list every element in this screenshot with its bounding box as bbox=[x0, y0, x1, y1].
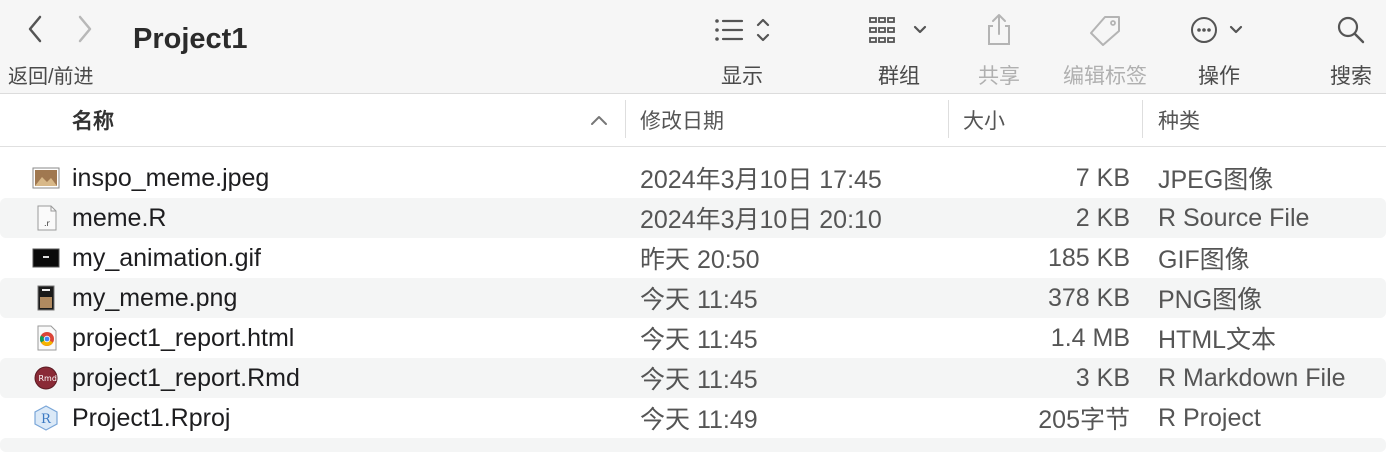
chevron-left-icon bbox=[28, 15, 42, 43]
file-row[interactable]: my_animation.gif 昨天 20:50 185 KB GIF图像 bbox=[0, 238, 1386, 278]
jpeg-file-icon bbox=[32, 167, 60, 189]
back-button[interactable] bbox=[20, 14, 50, 44]
rproj-file-icon: R bbox=[34, 405, 58, 431]
sort-ascending-icon[interactable] bbox=[590, 94, 608, 146]
group-label: 群组 bbox=[878, 65, 920, 88]
search-button[interactable]: 搜索 bbox=[1330, 10, 1372, 90]
file-name: meme.R bbox=[72, 203, 167, 232]
file-size: 205字节 bbox=[1038, 406, 1130, 434]
file-row[interactable]: Rmd project1_report.Rmd 今天 11:45 3 KB R … bbox=[0, 358, 1386, 398]
tag-icon bbox=[1090, 16, 1120, 46]
svg-text:Rmd: Rmd bbox=[39, 374, 57, 383]
action-button[interactable]: 操作 bbox=[1189, 10, 1249, 90]
r-source-file-icon: .r bbox=[37, 205, 57, 231]
share-label: 共享 bbox=[978, 65, 1020, 88]
column-kind[interactable]: 种类 bbox=[1158, 94, 1200, 146]
search-label: 搜索 bbox=[1330, 65, 1372, 88]
file-size: 1.4 MB bbox=[1050, 323, 1130, 352]
file-row[interactable]: project1_report.html 今天 11:45 1.4 MB HTM… bbox=[0, 318, 1386, 358]
file-name: project1_report.Rmd bbox=[72, 363, 300, 392]
group-button[interactable]: 群组 bbox=[868, 10, 930, 90]
edit-tags-label: 编辑标签 bbox=[1063, 65, 1147, 88]
file-name: project1_report.html bbox=[72, 323, 295, 352]
share-button[interactable]: 共享 bbox=[977, 10, 1021, 90]
file-kind: GIF图像 bbox=[1158, 246, 1250, 274]
file-kind: R Source File bbox=[1158, 203, 1310, 232]
column-divider[interactable] bbox=[625, 100, 626, 138]
search-icon bbox=[1337, 16, 1365, 44]
rmd-file-icon: Rmd bbox=[34, 366, 58, 390]
file-kind: R Project bbox=[1158, 403, 1261, 432]
view-button[interactable]: 显示 bbox=[712, 10, 772, 90]
file-name: inspo_meme.jpeg bbox=[72, 163, 270, 192]
file-name: my_meme.png bbox=[72, 283, 238, 312]
file-size: 2 KB bbox=[1075, 203, 1130, 232]
file-date: 今天 11:49 bbox=[640, 406, 758, 434]
column-header: 名称 修改日期 大小 种类 bbox=[0, 94, 1386, 147]
file-size: 378 KB bbox=[1047, 283, 1130, 312]
file-date: 昨天 20:50 bbox=[640, 246, 760, 274]
more-actions-icon bbox=[1191, 17, 1243, 43]
file-row[interactable]: inspo_meme.jpeg 2024年3月10日 17:45 7 KB JP… bbox=[0, 158, 1386, 198]
file-name: Project1.Rproj bbox=[72, 403, 231, 432]
file-row[interactable]: .r meme.R 2024年3月10日 20:10 2 KB R Source… bbox=[0, 198, 1386, 238]
file-size: 3 KB bbox=[1075, 363, 1130, 392]
nav-label: 返回/前进 bbox=[8, 66, 94, 88]
svg-text:.r: .r bbox=[44, 219, 51, 228]
column-divider[interactable] bbox=[948, 100, 949, 138]
file-kind: PNG图像 bbox=[1158, 286, 1263, 314]
column-date[interactable]: 修改日期 bbox=[640, 94, 724, 146]
file-kind: R Markdown File bbox=[1158, 363, 1346, 392]
file-kind: JPEG图像 bbox=[1158, 166, 1274, 194]
file-date: 2024年3月10日 20:10 bbox=[640, 206, 882, 234]
column-name[interactable]: 名称 bbox=[72, 94, 114, 146]
action-label: 操作 bbox=[1198, 65, 1240, 88]
file-date: 今天 11:45 bbox=[640, 286, 758, 314]
edit-tags-button[interactable]: 编辑标签 bbox=[1061, 10, 1149, 90]
file-size: 7 KB bbox=[1075, 163, 1130, 192]
file-name: my_animation.gif bbox=[72, 243, 261, 272]
column-size[interactable]: 大小 bbox=[963, 94, 1005, 146]
toolbar: 返回/前进 Project1 显示 群组 共享 编辑标签 操作 搜索 bbox=[0, 0, 1386, 94]
file-date: 今天 11:45 bbox=[640, 326, 758, 354]
png-file-icon bbox=[37, 285, 55, 311]
file-row[interactable]: R Project1.Rproj 今天 11:49 205字节 R Projec… bbox=[0, 398, 1386, 438]
grid-group-icon bbox=[869, 17, 927, 43]
gif-file-icon bbox=[32, 248, 60, 268]
file-date: 今天 11:45 bbox=[640, 366, 758, 394]
chevron-right-icon bbox=[78, 15, 92, 43]
file-date: 2024年3月10日 17:45 bbox=[640, 166, 882, 194]
chrome-html-icon bbox=[37, 325, 57, 351]
list-view-icon bbox=[715, 18, 770, 42]
view-label: 显示 bbox=[721, 65, 763, 88]
file-size: 185 KB bbox=[1047, 243, 1130, 272]
column-divider[interactable] bbox=[1142, 100, 1143, 138]
file-kind: HTML文本 bbox=[1158, 326, 1277, 354]
svg-text:R: R bbox=[41, 412, 52, 427]
window-title: Project1 bbox=[133, 23, 248, 55]
file-row[interactable]: my_meme.png 今天 11:45 378 KB PNG图像 bbox=[0, 278, 1386, 318]
share-icon bbox=[988, 14, 1010, 45]
forward-button[interactable] bbox=[70, 14, 100, 44]
empty-row bbox=[0, 438, 1386, 452]
